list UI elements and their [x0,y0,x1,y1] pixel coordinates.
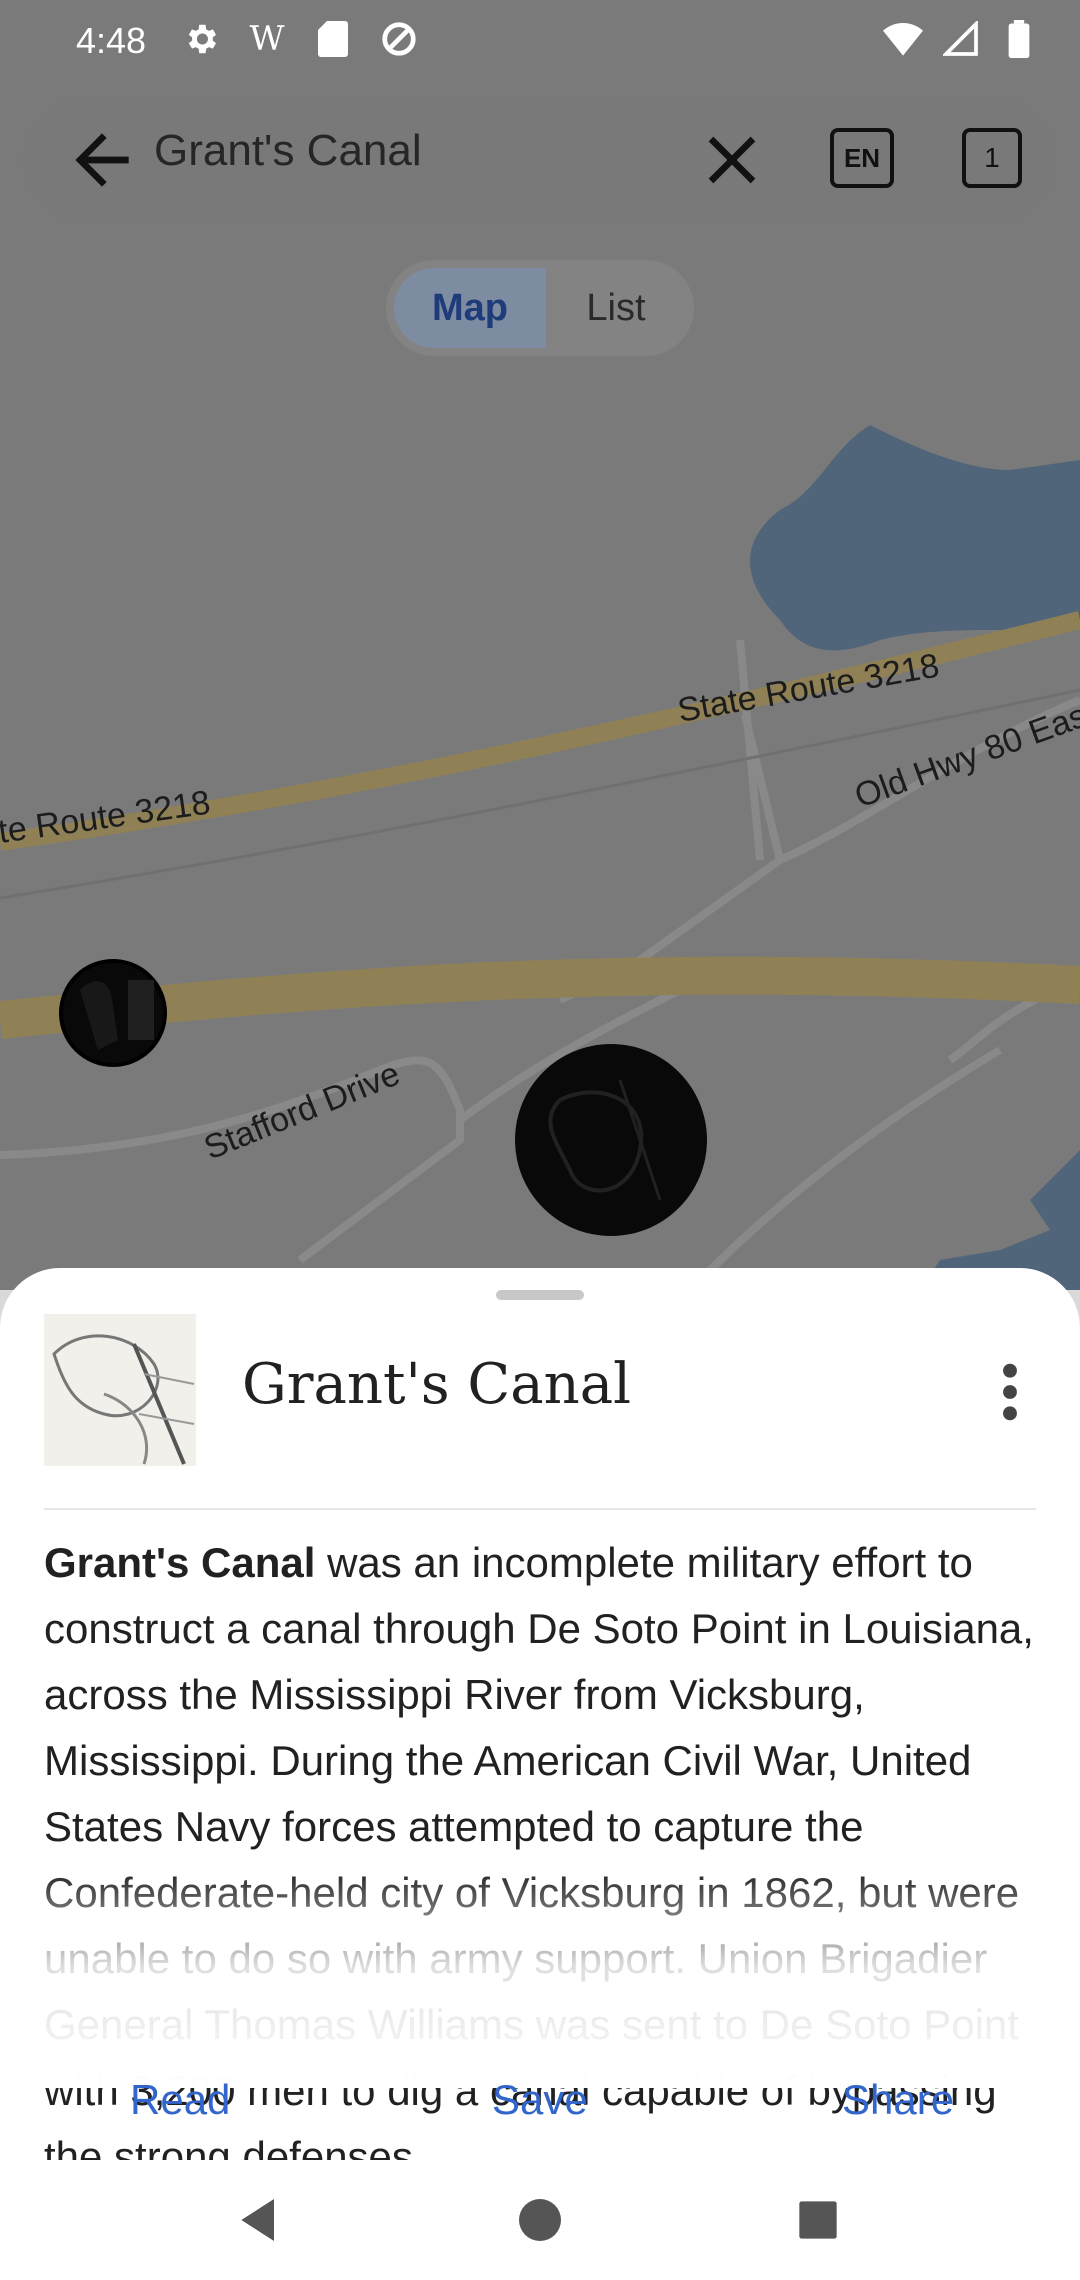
drag-handle[interactable] [496,1290,584,1300]
save-button[interactable]: Save [492,2076,588,2124]
language-button[interactable]: EN [830,128,894,188]
search-bar: Grant's Canal EN 1 [22,96,1056,224]
search-input[interactable]: Grant's Canal [154,126,422,176]
tab-list[interactable]: List [546,268,686,348]
more-options-icon[interactable] [990,1360,1030,1424]
gear-icon [180,18,222,60]
nav-back-icon[interactable] [232,2192,288,2248]
cellular-signal-icon [940,18,982,60]
divider [44,1508,1036,1510]
extract-bold-term: Grant's Canal [44,1539,316,1586]
wikipedia-w-icon: W [249,19,285,59]
article-thumbnail[interactable] [44,1314,196,1466]
tab-map[interactable]: Map [394,268,546,348]
nav-recents-icon[interactable] [790,2192,846,2248]
battery-icon [998,18,1040,60]
system-nav-bar [0,2160,1080,2280]
tabs-button[interactable]: 1 [962,128,1022,188]
status-time: 4:48 [76,20,147,61]
data-saver-icon [378,18,420,60]
close-icon[interactable] [692,120,772,200]
sd-card-icon [312,18,354,60]
read-button[interactable]: Read [130,2076,230,2124]
extract-fade [0,1868,1080,2088]
wifi-icon [882,18,924,60]
article-title: Grant's Canal [242,1352,631,1417]
status-bar: 4:48 W [0,0,1080,86]
article-preview-sheet: Grant's Canal Grant's Canal was an incom… [0,1268,1080,2280]
back-arrow-icon[interactable] [62,120,142,200]
view-toggle: Map List [386,260,694,356]
action-bar: Read Save Share [0,2058,1080,2158]
nav-home-icon[interactable] [512,2192,568,2248]
share-button[interactable]: Share [842,2076,954,2124]
